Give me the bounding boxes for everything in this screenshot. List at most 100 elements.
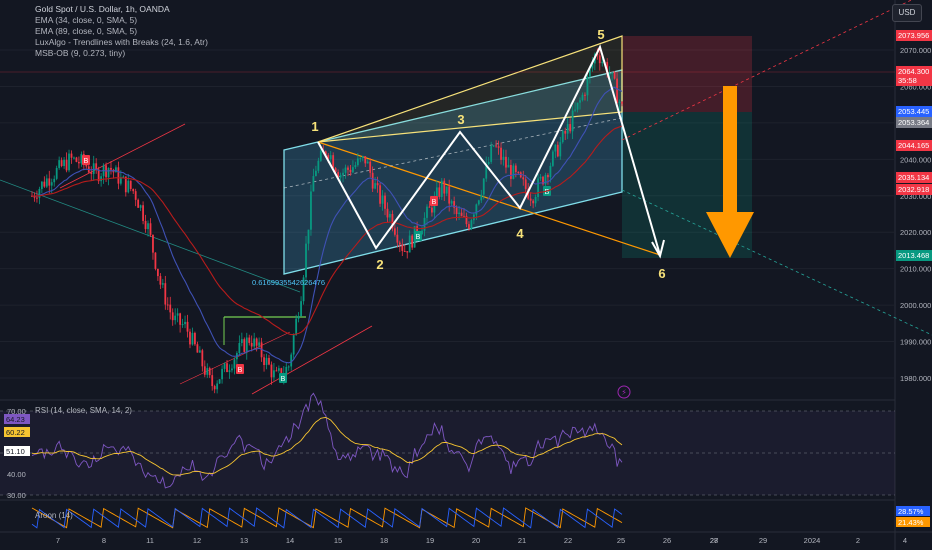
candle-body	[290, 354, 293, 367]
candle-body	[147, 223, 149, 230]
svg-text:2073.956: 2073.956	[898, 31, 929, 40]
candle-body	[144, 220, 147, 230]
svg-text:B: B	[432, 199, 437, 206]
chart-legend[interactable]: Gold Spot / U.S. Dollar, 1h, OANDA EMA (…	[35, 4, 208, 59]
svg-text:⚡: ⚡	[621, 388, 627, 397]
svg-text:B: B	[416, 234, 421, 241]
price-tick-label: 1990.000	[900, 338, 931, 347]
indicator-msb-ob[interactable]: MSB-OB (9, 0.273, tiny)	[35, 48, 208, 59]
time-tick-label: 12	[193, 536, 201, 545]
indicator-ema34[interactable]: EMA (34, close, 0, SMA, 5)	[35, 15, 208, 26]
candle-body	[221, 368, 223, 380]
candle-body	[581, 94, 584, 101]
candle-body	[406, 251, 409, 253]
indicator-luxalgo[interactable]: LuxAlgo - Trendlines with Breaks (24, 1.…	[35, 37, 208, 48]
rsi-title[interactable]: RSI (14, close, SMA, 14, 2)	[35, 406, 132, 415]
candle-body	[621, 101, 623, 104]
aroon-title[interactable]: Aroon (14)	[35, 511, 73, 520]
candle-body	[129, 180, 132, 189]
candle-body	[344, 167, 347, 173]
svg-text:2064.300: 2064.300	[898, 67, 929, 76]
price-badge: 2035.134	[896, 172, 932, 183]
candle-body	[132, 188, 135, 192]
candle-body	[189, 331, 191, 345]
candle-body	[598, 55, 601, 64]
price-tick-label: 2070.000	[900, 46, 931, 55]
time-tick-label: 7	[56, 536, 60, 545]
time-tick-label: 29	[759, 536, 767, 545]
candle-body	[539, 176, 542, 179]
candle-body	[164, 283, 167, 305]
candle-body	[438, 187, 441, 197]
candle-body	[468, 224, 470, 229]
candle-body	[255, 338, 258, 346]
candle-body	[38, 188, 41, 198]
wave-label-4: 4	[516, 226, 524, 241]
symbol-title[interactable]: Gold Spot / U.S. Dollar, 1h, OANDA	[35, 4, 208, 15]
price-tick-label: 2000.000	[900, 301, 931, 310]
candle-body	[497, 146, 500, 148]
candle-body	[275, 370, 278, 372]
candle-body	[213, 386, 216, 390]
candle-body	[73, 157, 75, 159]
candle-body	[201, 350, 204, 367]
candle-body	[152, 234, 154, 253]
candle-body	[386, 208, 389, 218]
candle-body	[297, 315, 300, 319]
candle-body	[90, 172, 93, 174]
candle-body	[608, 73, 611, 75]
candle-body	[440, 180, 443, 197]
candle-body	[243, 339, 246, 352]
candle-body	[300, 301, 302, 316]
candle-body	[369, 161, 372, 173]
candle-body	[566, 124, 569, 134]
candle-body	[273, 370, 275, 378]
candle-body	[480, 194, 483, 201]
candle-body	[374, 183, 377, 189]
candle-body	[371, 172, 374, 189]
candle-body	[426, 206, 428, 218]
candle-body	[43, 181, 46, 187]
candle-body	[171, 312, 174, 321]
candle-body	[381, 195, 384, 204]
svg-text:2053.364: 2053.364	[898, 118, 929, 127]
candle-body	[134, 191, 137, 200]
signal-tag: B	[430, 196, 438, 206]
svg-text:2035.134: 2035.134	[898, 173, 929, 182]
price-badge: 2064.30035:58	[896, 66, 932, 86]
currency-button[interactable]: USD	[892, 4, 922, 22]
candle-body	[110, 167, 112, 170]
candle-body	[586, 76, 589, 96]
candle-body	[393, 228, 396, 235]
candle-body	[401, 244, 404, 251]
candle-body	[507, 165, 510, 168]
time-tick-label: 28	[710, 536, 718, 545]
price-badge: 2053.364	[896, 117, 932, 128]
candle-body	[347, 167, 349, 170]
candle-body	[514, 165, 517, 172]
candle-body	[443, 180, 446, 194]
svg-text:2044.165: 2044.165	[898, 141, 929, 150]
candle-body	[250, 342, 253, 347]
candle-body	[149, 223, 152, 235]
candle-body	[537, 178, 539, 197]
candle-body	[107, 167, 110, 178]
price-badge: 2044.165	[896, 140, 932, 151]
candle-body	[532, 200, 535, 204]
candle-body	[556, 144, 559, 157]
price-badge: 2032.918	[896, 184, 932, 195]
candle-body	[510, 165, 512, 179]
wave-label-6: 6	[658, 266, 665, 281]
signal-tag: B	[414, 231, 422, 241]
candle-body	[576, 102, 579, 110]
candle-body	[564, 131, 567, 134]
chart-canvas[interactable]: BBBBBB 123456 0.6169935542626476 2070.00…	[0, 0, 932, 550]
candle-body	[571, 110, 574, 132]
candle-body	[396, 234, 399, 243]
candle-body	[317, 160, 320, 171]
svg-text:B: B	[238, 367, 243, 374]
candle-body	[70, 153, 73, 158]
indicator-ema89[interactable]: EMA (89, close, 0, SMA, 5)	[35, 26, 208, 37]
candle-body	[332, 155, 335, 169]
time-tick-label: 21	[518, 536, 526, 545]
